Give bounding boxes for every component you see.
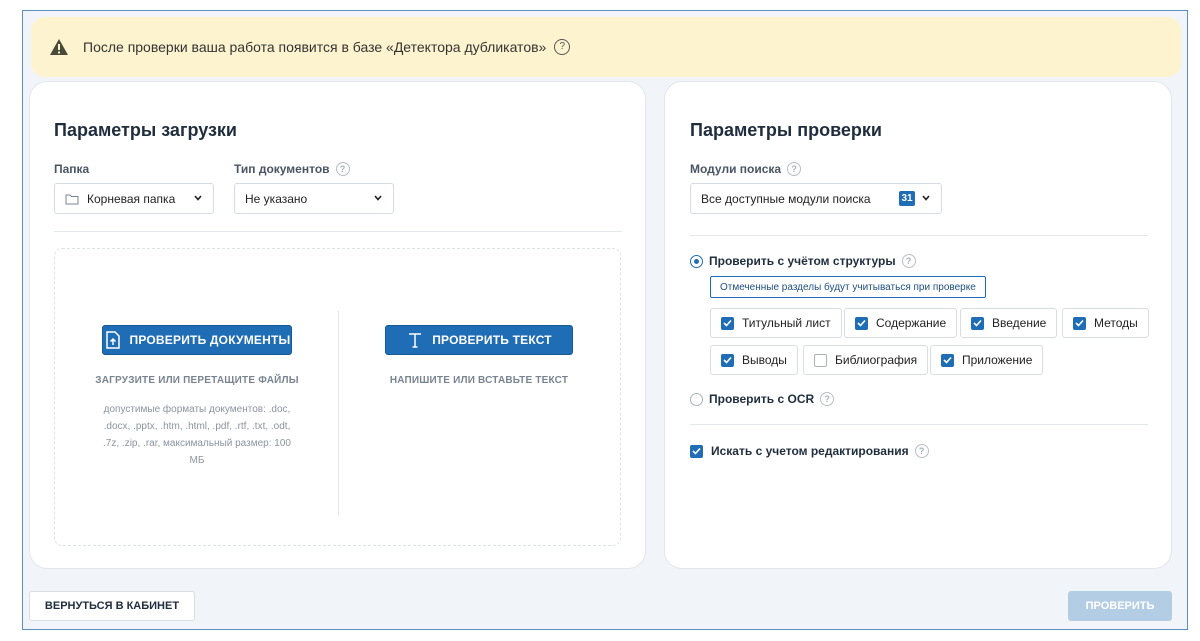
section-chip[interactable]: Титульный лист xyxy=(710,308,842,338)
upload-hint: ЗАГРУЗИТЕ ИЛИ ПЕРЕТАЩИТЕ ФАЙЛЫ xyxy=(95,375,299,386)
formats-line: .7z, .zip, .rar, максимальный размер: 10… xyxy=(103,438,291,449)
modules-count-badge: 31 xyxy=(899,191,915,206)
doctype-label-text: Тип документов xyxy=(234,162,330,176)
folder-select[interactable]: Корневая папка xyxy=(54,183,214,214)
checkbox-unchecked[interactable] xyxy=(814,353,827,367)
folder-label-text: Папка xyxy=(54,162,90,176)
structure-radio-label: Проверить с учётом структуры xyxy=(709,254,896,268)
radio-selected[interactable] xyxy=(690,254,703,268)
check-params-title: Параметры проверки xyxy=(690,120,882,140)
help-icon[interactable]: ? xyxy=(901,254,916,268)
section-chip[interactable]: Выводы xyxy=(710,345,798,375)
chevron-down-icon xyxy=(374,195,382,201)
folder-icon xyxy=(65,194,79,204)
help-icon[interactable]: ? xyxy=(787,162,802,176)
duplicate-detector-banner: После проверки ваша работа появится в ба… xyxy=(31,17,1181,77)
checkbox-checked[interactable] xyxy=(721,316,734,330)
section-label: Титульный лист xyxy=(742,316,831,330)
dropzone-divider xyxy=(338,311,339,515)
check-documents-label: ПРОВЕРИТЬ ДОКУМЕНТЫ xyxy=(129,333,291,347)
chevron-down-icon xyxy=(194,195,202,201)
file-upload-icon xyxy=(105,331,120,349)
doctype-label: Тип документов ? xyxy=(234,162,350,176)
allowed-formats: допустимые форматы документов: .doc, .do… xyxy=(95,401,299,469)
section-label: Методы xyxy=(1094,316,1138,330)
folder-select-value: Корневая папка xyxy=(87,191,176,206)
warning-icon xyxy=(50,39,68,55)
upload-params-title: Параметры загрузки xyxy=(54,120,237,140)
section-label: Введение xyxy=(992,316,1047,330)
search-modules-value: Все доступные модули поиска xyxy=(701,191,871,206)
help-icon[interactable]: ? xyxy=(335,162,350,176)
checkbox-checked[interactable] xyxy=(941,353,954,367)
search-modules-label-text: Модули поиска xyxy=(690,162,782,176)
divider xyxy=(690,235,1148,236)
divider xyxy=(54,231,622,232)
back-to-cabinet-button[interactable]: ВЕРНУТЬСЯ В КАБИНЕТ xyxy=(29,591,195,621)
search-modules-label: Модули поиска ? xyxy=(690,162,802,176)
section-label: Содержание xyxy=(876,316,947,330)
formats-line: МБ xyxy=(189,455,205,466)
section-label: Выводы xyxy=(742,353,787,367)
upload-dropzone[interactable]: ПРОВЕРИТЬ ДОКУМЕНТЫ ЗАГРУЗИТЕ ИЛИ ПЕРЕТА… xyxy=(54,248,621,546)
submit-check-button[interactable]: ПРОВЕРИТЬ xyxy=(1068,591,1172,621)
formats-line: допустимые форматы документов: .doc, xyxy=(103,404,291,415)
section-label: Библиография xyxy=(835,353,918,367)
section-chip[interactable]: Приложение xyxy=(930,345,1044,375)
section-chip[interactable]: Введение xyxy=(960,308,1058,338)
section-label: Приложение xyxy=(962,353,1033,367)
checkbox-checked[interactable] xyxy=(721,353,734,367)
check-documents-button[interactable]: ПРОВЕРИТЬ ДОКУМЕНТЫ xyxy=(102,325,292,355)
help-icon[interactable]: ? xyxy=(820,392,835,406)
help-icon[interactable]: ? xyxy=(554,39,571,55)
folder-label: Папка xyxy=(54,162,89,176)
doctype-select-value: Не указано xyxy=(245,191,308,206)
checkbox-checked[interactable] xyxy=(1073,316,1086,330)
editing-checkbox[interactable]: Искать с учетом редактирования ? xyxy=(690,444,929,458)
upload-params-card: Параметры загрузки Папка Корневая папка … xyxy=(29,81,646,569)
section-chip[interactable]: Содержание xyxy=(844,308,958,338)
text-hint: НАПИШИТЕ ИЛИ ВСТАВЬТЕ ТЕКСТ xyxy=(389,375,569,386)
banner-text: После проверки ваша работа появится в ба… xyxy=(83,39,547,55)
section-chip[interactable]: Методы xyxy=(1062,308,1149,338)
formats-line: .docx, .pptx, .htm, .html, .pdf, .rtf, .… xyxy=(103,421,291,432)
checkbox-checked[interactable] xyxy=(855,316,868,330)
structure-tooltip: Отмеченные разделы будут учитываться при… xyxy=(710,276,986,298)
help-icon[interactable]: ? xyxy=(914,444,929,458)
divider xyxy=(690,424,1148,425)
check-text-button[interactable]: ПРОВЕРИТЬ ТЕКСТ xyxy=(385,325,573,355)
chevron-down-icon xyxy=(922,195,930,201)
text-icon xyxy=(409,333,422,348)
check-params-card: Параметры проверки Модули поиска ? Все д… xyxy=(664,81,1172,569)
check-text-label: ПРОВЕРИТЬ ТЕКСТ xyxy=(432,333,552,347)
radio-unselected[interactable] xyxy=(690,392,703,406)
ocr-radio-label: Проверить с OCR xyxy=(709,392,815,406)
editing-checkbox-label: Искать с учетом редактирования xyxy=(711,444,909,458)
doctype-select[interactable]: Не указано xyxy=(234,183,394,214)
ocr-radio[interactable]: Проверить с OCR ? xyxy=(690,392,835,406)
app-frame: После проверки ваша работа появится в ба… xyxy=(22,10,1188,630)
section-chip[interactable]: Библиография xyxy=(803,345,929,375)
structure-radio[interactable]: Проверить с учётом структуры ? xyxy=(690,254,916,268)
search-modules-select[interactable]: Все доступные модули поиска 31 xyxy=(690,183,942,214)
checkbox-checked[interactable] xyxy=(690,444,703,458)
checkbox-checked[interactable] xyxy=(971,316,984,330)
